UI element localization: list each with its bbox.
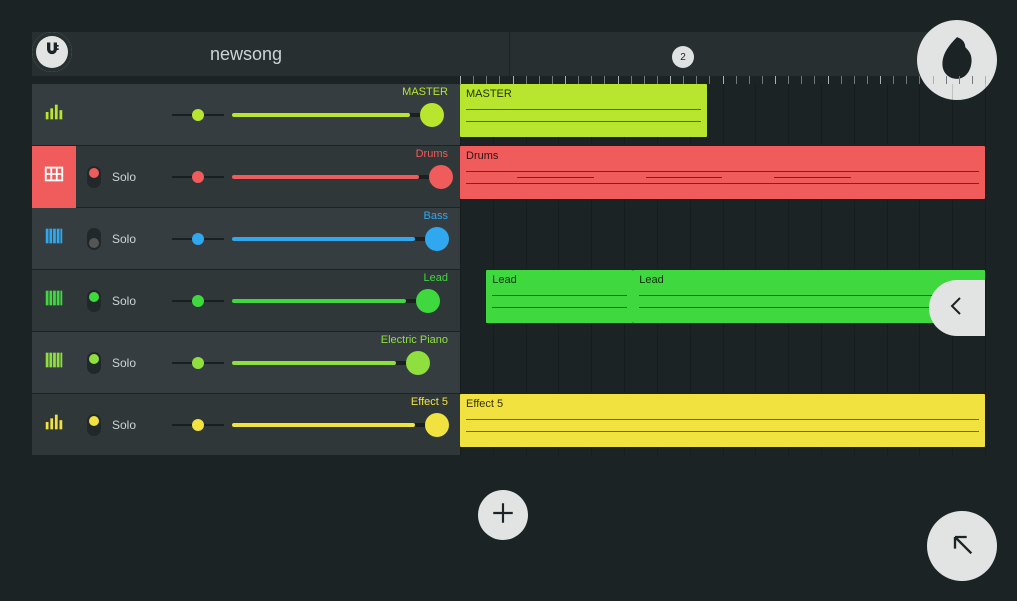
keys-icon: [43, 349, 65, 376]
plus-icon: [490, 500, 516, 531]
timeline-lane[interactable]: Lead Lead: [460, 270, 985, 332]
clip-label: Lead: [492, 274, 516, 286]
mixer-icon: [43, 101, 65, 128]
track-icon-button[interactable]: [32, 146, 76, 208]
clip[interactable]: MASTER: [460, 84, 707, 137]
song-title[interactable]: newsong: [32, 32, 460, 76]
track-row: Solo Electric Piano: [32, 332, 460, 394]
add-track-button[interactable]: [478, 490, 528, 540]
solo-button[interactable]: Solo: [112, 170, 168, 184]
solo-button[interactable]: Solo: [112, 294, 168, 308]
timeline-lane[interactable]: [460, 208, 985, 270]
timeline-lane[interactable]: [460, 332, 985, 394]
mute-toggle[interactable]: [76, 290, 112, 312]
track-row: MASTER: [32, 84, 460, 146]
pan-slider[interactable]: [168, 270, 228, 332]
clip[interactable]: Lead: [486, 270, 633, 323]
clip-label: Drums: [466, 150, 498, 162]
arrow-up-left-icon: [948, 530, 976, 563]
pan-slider[interactable]: [168, 394, 228, 456]
track-icon-button[interactable]: [32, 332, 76, 394]
track-icon-button[interactable]: [32, 270, 76, 332]
keys-icon: [43, 225, 65, 252]
timeline-lane[interactable]: Drums: [460, 146, 985, 208]
pan-slider[interactable]: [168, 146, 228, 208]
mute-toggle[interactable]: [76, 414, 112, 436]
solo-button[interactable]: Solo: [112, 356, 168, 370]
track-name-label: Effect 5: [411, 396, 448, 408]
timeline-ruler[interactable]: [460, 76, 985, 84]
track-row: Solo Bass: [32, 208, 460, 270]
chevron-left-icon: [945, 294, 969, 323]
mute-toggle[interactable]: [76, 228, 112, 250]
song-position-marker[interactable]: 2: [672, 46, 694, 68]
track-icon-button[interactable]: [32, 208, 76, 270]
clip-label: Effect 5: [466, 398, 503, 410]
timeline-lane[interactable]: Effect 5: [460, 394, 985, 456]
menu-button[interactable]: [32, 32, 72, 72]
track-name-label: Lead: [424, 272, 448, 284]
keys-icon: [43, 287, 65, 314]
expand-button[interactable]: [927, 511, 997, 581]
track-name-label: Bass: [424, 210, 448, 222]
clip[interactable]: Effect 5: [460, 394, 985, 447]
pan-slider[interactable]: [168, 208, 228, 270]
clip-label: MASTER: [466, 88, 512, 100]
track-row: Solo Lead: [32, 270, 460, 332]
clip-label: Lead: [639, 274, 663, 286]
timeline-lane[interactable]: MASTER: [460, 84, 985, 146]
pan-slider[interactable]: [168, 84, 228, 146]
track-name-label: MASTER: [402, 86, 448, 98]
app-root: newsong 2 MASTER: [0, 0, 1017, 601]
track-row: Solo Drums: [32, 146, 460, 208]
top-bar: newsong: [32, 32, 985, 76]
track-name-label: Electric Piano: [381, 334, 448, 346]
grid-icon: [43, 163, 65, 190]
panel-collapse-button[interactable]: [929, 280, 985, 336]
pan-slider[interactable]: [168, 332, 228, 394]
solo-button[interactable]: Solo: [112, 418, 168, 432]
track-row: Solo Effect 5: [32, 394, 460, 456]
mute-toggle[interactable]: [76, 352, 112, 374]
track-name-label: Drums: [416, 148, 448, 160]
mute-toggle[interactable]: [76, 166, 112, 188]
track-icon-button[interactable]: [32, 394, 76, 456]
horseshoe-magnet-icon: [42, 40, 62, 65]
mixer-icon: [43, 411, 65, 438]
track-icon-button[interactable]: [32, 84, 76, 146]
timeline-panel[interactable]: MASTER Drums Lead Lead Effect 5: [460, 84, 985, 601]
clip[interactable]: Drums: [460, 146, 985, 199]
track-header-panel: MASTER Solo Drums Solo: [32, 84, 460, 456]
solo-button[interactable]: Solo: [112, 232, 168, 246]
